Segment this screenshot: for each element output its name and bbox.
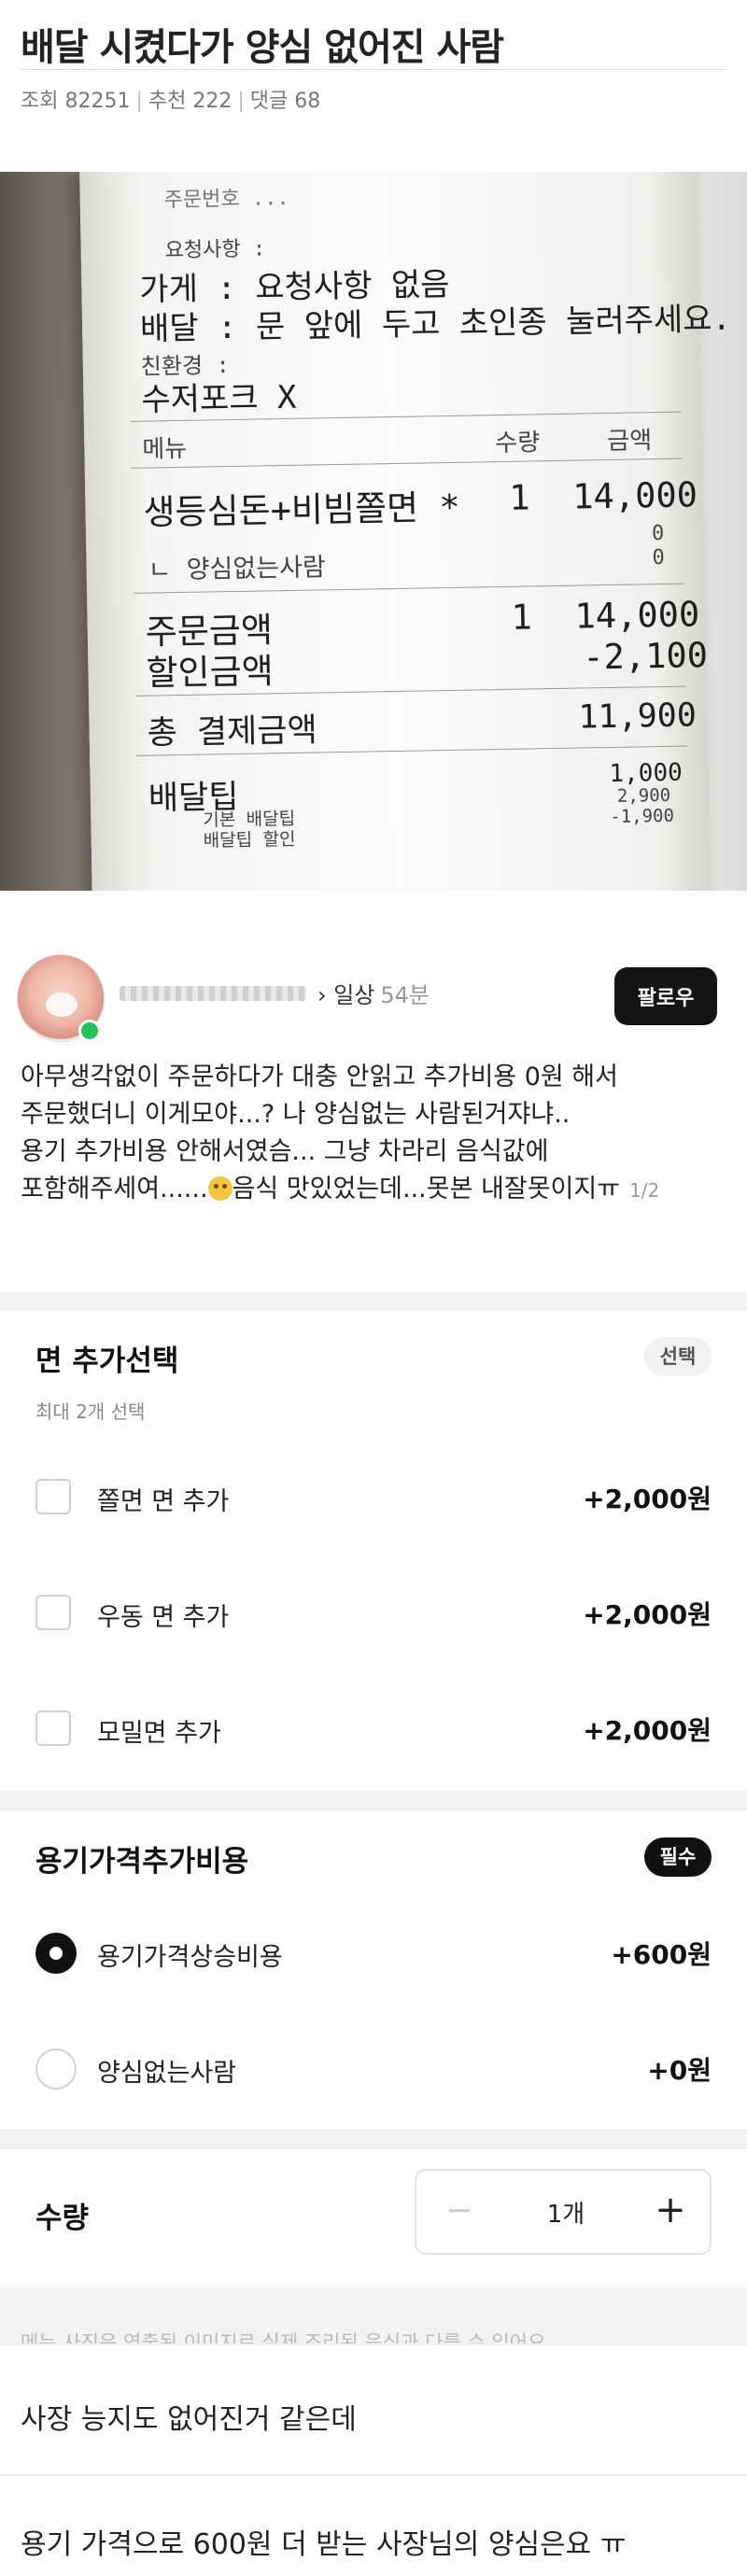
post-body-line: 주문했더니 이게모야...? 나 양심없는 사람된거쟈냐.. bbox=[21, 1100, 571, 1129]
receipt-discount-label: 할인금액 bbox=[146, 651, 275, 694]
receipt-pay-total-value: 11,900 bbox=[578, 697, 698, 737]
container-section-title: 용기가격추가비용 bbox=[35, 1845, 249, 1879]
post-body-line: 아무생각없이 주문하다가 대충 안읽고 추가비용 0원 해서 bbox=[21, 1063, 618, 1091]
comment-count[interactable]: 댓글 68 bbox=[250, 90, 320, 113]
option-price: +2,000원 bbox=[583, 1484, 712, 1514]
receipt-tip-discount-value: -1,900 bbox=[610, 805, 675, 828]
receipt-discount-value: -2,100 bbox=[582, 635, 709, 678]
radio-selected[interactable] bbox=[35, 1933, 77, 1974]
option-label: 용기가격상승비용 bbox=[97, 1943, 283, 1972]
receipt-item-name: 생등심돈+비빔쫄면 * bbox=[143, 486, 461, 533]
option-label: 모밀면 추가 bbox=[97, 1719, 221, 1748]
quantity-label: 수량 bbox=[35, 2202, 90, 2235]
receipt-item-amount: 14,000 bbox=[571, 474, 698, 517]
receipt-zero: 0 bbox=[651, 521, 665, 546]
quantity-stepper[interactable]: − 1개 + bbox=[415, 2169, 712, 2255]
section-gap bbox=[0, 1791, 747, 1811]
receipt-order-total-qty: 1 bbox=[511, 597, 533, 638]
post-body-text: 포함해주세여...... bbox=[21, 1175, 208, 1204]
masked-author-name[interactable] bbox=[120, 986, 306, 1001]
option-label: 쫄면 면 추가 bbox=[97, 1487, 230, 1516]
page-indicator: 1/2 bbox=[629, 1179, 660, 1202]
option-label: 우동 면 추가 bbox=[97, 1603, 230, 1632]
pleading-face-emoji-icon bbox=[207, 1176, 233, 1201]
receipt-col-amount: 금액 bbox=[607, 427, 653, 456]
online-status-dot bbox=[78, 1020, 101, 1042]
receipt-sub-item: ㄴ 양심없는사람 bbox=[148, 553, 326, 585]
recommend-count: 추천 222 bbox=[148, 90, 233, 113]
post-body-line: 용기 추가비용 안해서였슴... 그냥 차라리 음식값에 bbox=[21, 1137, 549, 1166]
noodle-section-title: 면 추가선택 bbox=[35, 1344, 179, 1378]
optional-badge: 선택 bbox=[644, 1337, 712, 1376]
option-row[interactable]: 모밀면 추가 +2,000원 bbox=[35, 1701, 712, 1757]
option-price: +0원 bbox=[647, 2055, 712, 2086]
plus-icon[interactable]: + bbox=[648, 2188, 693, 2232]
receipt-delivery-request: 배달 : 문 앞에 두고 초인종 눌러주세요. bbox=[139, 300, 732, 348]
minus-icon[interactable]: − bbox=[437, 2189, 482, 2234]
receipt-photo: 주문번호 ... 요청사항 : 가게 : 요청사항 없음 배달 : 문 앞에 두… bbox=[0, 172, 747, 891]
receipt-zero: 0 bbox=[652, 545, 665, 570]
section-gap bbox=[0, 2129, 747, 2149]
receipt-eco-value: 수저포크 X bbox=[141, 378, 297, 419]
noodle-section-subtitle: 최대 2개 선택 bbox=[35, 1401, 146, 1423]
option-row[interactable]: 양심없는사람 +0원 bbox=[35, 2041, 712, 2097]
option-price: +2,000원 bbox=[583, 1715, 712, 1746]
required-badge: 필수 bbox=[644, 1837, 712, 1877]
post-body-text: 음식 맛있었는데...못본 내잘못이지ㅠ bbox=[232, 1175, 621, 1204]
follow-button[interactable]: 팔로우 bbox=[614, 967, 717, 1025]
receipt-item-qty: 1 bbox=[508, 477, 530, 518]
receipt-col-menu: 메뉴 bbox=[142, 434, 188, 464]
checkbox[interactable] bbox=[35, 1479, 71, 1514]
view-count: 조회 82251 bbox=[21, 90, 131, 113]
receipt-order-total-value: 14,000 bbox=[574, 594, 700, 637]
post-category[interactable]: › 일상 bbox=[317, 982, 374, 1008]
divider bbox=[21, 69, 726, 70]
quantity-value: 1개 bbox=[546, 2201, 585, 2229]
option-row[interactable]: 쫄면 면 추가 +2,000원 bbox=[35, 1470, 712, 1526]
receipt-tip-discount-label: 배달팁 할인 bbox=[203, 828, 296, 852]
post-header: 배달 시켰다가 양심 없어진 사람 조회 82251 | 추천 222 | 댓글 68 bbox=[0, 0, 747, 177]
comment-text: 용기 가격으로 600원 더 받는 사장님의 양심은요 ㅠ bbox=[21, 2528, 627, 2561]
option-label: 양심없는사람 bbox=[97, 2059, 237, 2088]
checkbox[interactable] bbox=[35, 1595, 71, 1630]
section-gap bbox=[0, 1292, 747, 1311]
post-time: 54분 bbox=[380, 982, 430, 1008]
avatar-face bbox=[46, 992, 78, 1017]
receipt-delivery-tip-value: 1,000 bbox=[609, 758, 684, 789]
receipt-rule bbox=[131, 457, 683, 469]
comment-divider bbox=[0, 2474, 747, 2476]
option-row[interactable]: 용기가격상승비용 +600원 bbox=[35, 1925, 712, 1981]
receipt-paper: 주문번호 ... 요청사항 : 가게 : 요청사항 없음 배달 : 문 앞에 두… bbox=[79, 172, 731, 891]
radio-unselected[interactable] bbox=[35, 2048, 77, 2090]
post-body: 아무생각없이 주문하다가 대충 안읽고 추가비용 0원 해서 주문했더니 이게모… bbox=[21, 1059, 730, 1209]
option-price: +2,000원 bbox=[583, 1599, 712, 1630]
receipt-basic-tip-value: 2,900 bbox=[616, 784, 671, 807]
checkbox[interactable] bbox=[35, 1710, 71, 1746]
post-title: 배달 시켰다가 양심 없어진 사람 bbox=[21, 26, 504, 69]
receipt-scribble: 주문번호 ... bbox=[163, 186, 289, 213]
receipt-col-qty: 수량 bbox=[495, 429, 541, 458]
option-row[interactable]: 우동 면 추가 +2,000원 bbox=[35, 1585, 712, 1641]
receipt-pay-total-label: 총 결제금액 bbox=[147, 711, 318, 753]
receipt-request-header: 요청사항 : bbox=[164, 237, 266, 263]
menu-photo-notice: 메뉴 사진은 연출된 이미지로 실제 조리된 음식과 다를 수 있어요 bbox=[21, 2331, 546, 2344]
post-body-line: 포함해주세여...... 음식 맛있었는데...못본 내잘못이지ㅠ 1/2 bbox=[21, 1171, 730, 1209]
post-meta: 조회 82251 | 추천 222 | 댓글 68 bbox=[21, 90, 321, 113]
author-meta: › 일상 54분 bbox=[317, 977, 430, 1009]
option-price: +600원 bbox=[611, 1939, 712, 1970]
comment-text: 사장 능지도 없어진거 같은데 bbox=[21, 2403, 357, 2436]
